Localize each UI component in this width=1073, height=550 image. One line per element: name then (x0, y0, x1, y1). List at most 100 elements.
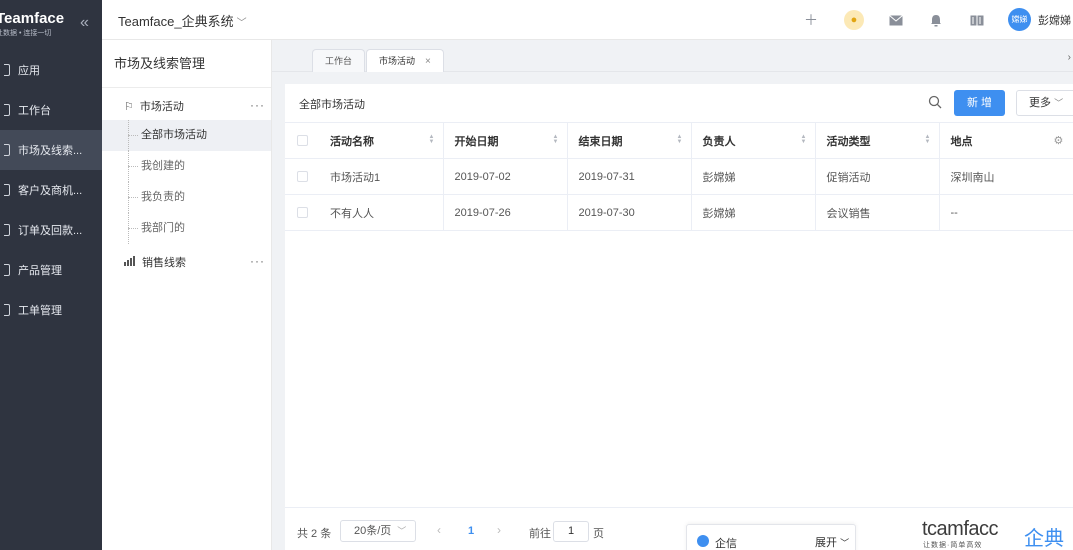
more-actions-button[interactable]: 更多 ﹀ (1016, 90, 1073, 116)
chevron-right-icon[interactable]: › (1068, 52, 1071, 63)
cell-name[interactable]: 市场活动1 (319, 158, 444, 195)
bell-icon[interactable] (927, 11, 945, 29)
more-options-icon[interactable]: ··· (250, 254, 265, 268)
prev-page-icon[interactable]: ‹ (437, 523, 441, 537)
brand-slogan: 让数据 • 连接一切 (0, 30, 52, 37)
group-sales-leads[interactable]: 销售线索 ··· (102, 248, 271, 276)
total-count: 共 2 条 (297, 528, 332, 540)
cell-location: -- (939, 194, 1073, 231)
nav-item-workbench[interactable]: 工作台 (0, 90, 102, 130)
chat-title: 企信 (715, 538, 737, 550)
group-marketing-activities[interactable]: ⚐ 市场活动 ··· (102, 92, 271, 120)
row-checkbox-cell (285, 158, 319, 195)
goto-page-input[interactable]: 1 (553, 521, 589, 542)
close-icon[interactable]: × (425, 56, 431, 67)
nav-item-label: 订单及回款... (18, 225, 83, 237)
column-header-name[interactable]: 活动名称 ▲ ▼ (319, 122, 444, 159)
tab-label: 工作台 (325, 56, 353, 66)
module-title: 市场及线索管理 (102, 40, 271, 88)
megaphone-icon: ⚐ (124, 100, 134, 113)
table-row[interactable]: 不有人人 2019-07-26 2019-07-30 彭嫦娣 会议销售 -- (285, 194, 1073, 231)
subnav-item-my-department[interactable]: 我部门的 (102, 213, 271, 244)
main-sidebar: Teamface 让数据 • 连接一切 « 应用 工作台 市场及线索... 客户… (0, 0, 102, 550)
nav-item-label: 工单管理 (18, 305, 62, 317)
cell-end-date: 2019-07-31 (567, 158, 692, 195)
column-header-end-date[interactable]: 结束日期 ▲ ▼ (567, 122, 692, 159)
sort-icon[interactable]: ▲ ▼ (553, 134, 559, 145)
row-checkbox[interactable] (297, 171, 308, 183)
row-checkbox-cell (285, 194, 319, 231)
collapse-sidebar-icon[interactable]: « (80, 14, 89, 32)
subnav-item-owned-by-me[interactable]: 我负责的 (102, 182, 271, 213)
tag-icon[interactable]: ● (844, 10, 864, 30)
nav-item-tickets[interactable]: 工单管理 (0, 290, 102, 330)
column-header-owner[interactable]: 负责人 ▲ ▼ (691, 122, 816, 159)
sort-icon[interactable]: ▲ ▼ (925, 134, 931, 145)
column-label: 地点 (950, 135, 973, 148)
nav-item-marketing[interactable]: 市场及线索... (0, 130, 102, 170)
nav-item-label: 工作台 (18, 105, 51, 117)
nav-item-customers[interactable]: 客户及商机... (0, 170, 102, 210)
tab-marketing-activity[interactable]: 市场活动 × (366, 49, 444, 72)
marketing-icon (4, 144, 10, 156)
cell-start-date: 2019-07-02 (443, 158, 568, 195)
watermark-logo: tcamfacc 企典 让数据·简单高效 (922, 518, 1073, 550)
select-all-checkbox[interactable] (297, 135, 308, 147)
page-size-value: 20条/页 (354, 525, 392, 537)
current-page[interactable]: 1 (468, 525, 474, 537)
add-new-button[interactable]: 新 增 (954, 90, 1005, 116)
avatar[interactable]: 嫦娣 (1008, 8, 1031, 31)
system-switcher[interactable]: Teamface_企典系统 ﹀ (118, 11, 247, 30)
nav-item-label: 产品管理 (18, 265, 62, 277)
tab-label: 市场活动 (379, 56, 416, 66)
group-label: 市场活动 (139, 101, 184, 113)
watermark-slogan: 让数据·简单高效 (923, 542, 983, 549)
sort-icon[interactable]: ▲ ▼ (429, 134, 435, 145)
cell-name[interactable]: 不有人人 (319, 194, 444, 231)
sort-icon[interactable]: ▲ ▼ (677, 134, 683, 145)
column-header-location[interactable]: 地点 ⚙ (939, 122, 1073, 159)
chevron-down-icon: ﹀ (1054, 98, 1064, 108)
cell-owner: 彭嫦娣 (691, 194, 816, 231)
products-icon (4, 264, 10, 276)
book-icon[interactable] (968, 11, 986, 29)
column-label: 开始日期 (454, 135, 499, 148)
mail-icon[interactable] (887, 11, 905, 29)
chevron-down-icon: ﹀ (397, 526, 407, 536)
more-options-icon[interactable]: ··· (250, 98, 265, 112)
chat-widget[interactable]: 企信 展开 ﹀ (686, 524, 856, 550)
nav-item-apps[interactable]: 应用 (0, 50, 102, 90)
subnav-item-all[interactable]: 全部市场活动 (102, 120, 271, 151)
row-checkbox[interactable] (297, 207, 308, 219)
nav-item-label: 客户及商机... (18, 185, 83, 197)
next-page-icon[interactable]: › (497, 523, 501, 537)
search-icon[interactable] (928, 95, 942, 109)
subnav-item-created-by-me[interactable]: 我创建的 (102, 151, 271, 182)
page-size-select[interactable]: 20条/页 ﹀ (340, 520, 416, 542)
table-row[interactable]: 市场活动1 2019-07-02 2019-07-31 彭嫦娣 促销活动 深圳南… (285, 158, 1073, 195)
add-icon[interactable]: ＋ (802, 11, 820, 29)
top-header: Teamface_企典系统 ﹀ ＋ ● 嫦娣 彭嫦娣 (102, 0, 1073, 40)
tab-workbench[interactable]: 工作台 (312, 49, 366, 72)
column-label: 活动类型 (826, 135, 871, 148)
chat-expand-button[interactable]: 展开 ﹀ (815, 534, 849, 550)
customers-icon (4, 184, 10, 196)
orders-icon (4, 224, 10, 236)
goto-label: 前往 (529, 528, 551, 540)
nav-item-label: 市场及线索... (18, 145, 83, 157)
nav-item-products[interactable]: 产品管理 (0, 250, 102, 290)
watermark-en: tcamfacc (922, 518, 999, 540)
column-header-start-date[interactable]: 开始日期 ▲ ▼ (443, 122, 568, 159)
user-name[interactable]: 彭嫦娣 (1038, 12, 1071, 28)
chevron-down-icon: ﹀ (840, 538, 850, 548)
group-label: 销售线索 (142, 257, 186, 269)
cell-type: 会议销售 (815, 194, 940, 231)
column-label: 活动名称 (330, 135, 374, 148)
cell-end-date: 2019-07-30 (567, 194, 692, 231)
cell-owner: 彭嫦娣 (691, 158, 816, 195)
column-header-type[interactable]: 活动类型 ▲ ▼ (815, 122, 940, 159)
select-all-checkbox-cell (285, 122, 319, 159)
settings-icon[interactable]: ⚙ (1054, 134, 1064, 147)
sort-icon[interactable]: ▲ ▼ (801, 134, 807, 145)
nav-item-orders[interactable]: 订单及回款... (0, 210, 102, 250)
